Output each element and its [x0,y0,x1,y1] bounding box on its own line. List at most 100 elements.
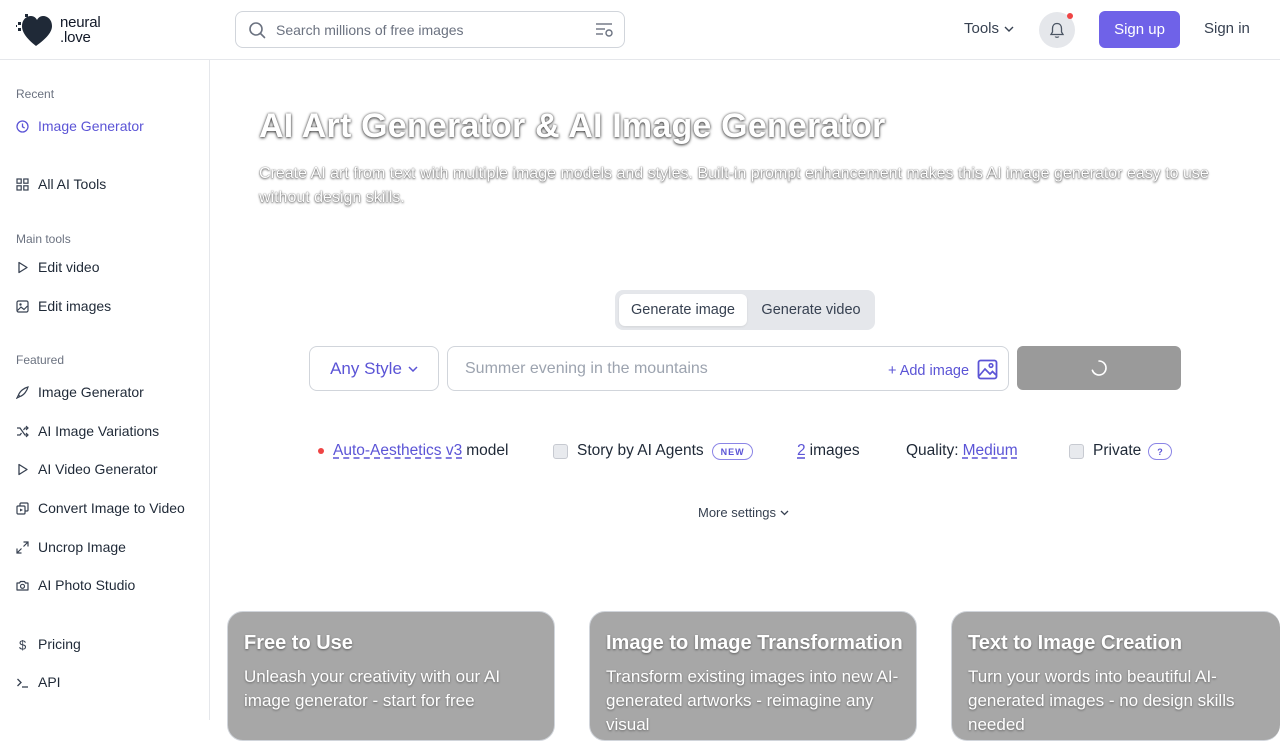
filter-settings-icon[interactable] [595,22,614,38]
private-label: Private [1093,442,1142,459]
prompt-input[interactable] [465,347,865,390]
image-icon [16,299,29,313]
image-count-option: 2 images [797,441,860,461]
sidebar-item-ai-image-variations[interactable]: AI Image Variations [16,423,159,439]
add-image-label: + Add image [888,362,970,379]
image-count-link[interactable]: 2 [797,442,806,460]
quality-label: Quality: [906,442,959,459]
story-option: Story by AI Agents NEW [553,441,753,461]
feature-card[interactable]: Text to Image Creation Turn your words i… [951,611,1280,741]
grid-icon [16,177,29,191]
image-upload-icon [977,359,998,380]
search-box[interactable] [235,11,625,48]
terminal-icon [17,678,28,688]
card-title: Text to Image Creation [968,632,1183,654]
notifications-button[interactable] [1039,12,1075,48]
sign-up-button[interactable]: Sign up [1099,11,1180,48]
chevron-down-icon [1004,26,1014,32]
expand-icon [16,540,29,554]
sidebar-item-pricing[interactable]: $ Pricing [16,636,81,652]
sidebar-item-label: Edit images [38,298,112,314]
sidebar-item-label: All AI Tools [38,176,107,192]
card-description: Transform existing images into new AI-ge… [606,667,899,734]
notification-dot [1067,13,1073,19]
dollar-icon: $ [19,638,27,651]
logo-text-line1: neural [60,14,101,31]
sidebar-item-label: Pricing [38,636,81,652]
sidebar: Recent Image Generator All AI Tools Main… [0,60,210,720]
section-heading-main-tools: Main tools [16,232,71,246]
story-checkbox[interactable] [553,443,568,459]
quality-link[interactable]: Medium [963,442,1018,460]
sidebar-item-ai-photo-studio[interactable]: AI Photo Studio [16,577,135,593]
prompt-box: + Add image [447,346,1009,391]
bell-icon [1049,22,1065,38]
sidebar-item-api[interactable]: API [16,674,61,690]
play-icon [18,261,28,273]
sidebar-item-label: API [38,674,61,690]
sidebar-item-image-generator[interactable]: Image Generator [16,384,144,400]
svg-text:$: $ [19,638,27,651]
shuffle-icon [17,425,29,437]
sidebar-item-label: Image Generator [38,384,144,400]
card-title: Free to Use [244,632,353,654]
tools-label: Tools [964,20,1000,37]
sidebar-item-label: AI Image Variations [38,423,160,439]
add-image-button[interactable]: + Add image [888,359,998,381]
private-help-badge[interactable]: ? [1148,442,1172,460]
sidebar-item-label: Convert Image to Video [38,500,185,516]
card-title: Image to Image Transformation [606,632,903,654]
more-settings-button[interactable]: More settings [698,505,789,520]
top-header: neural .love Tools Sign up Sign in [0,0,1280,60]
model-suffix: model [466,442,509,459]
section-heading-recent: Recent [16,87,55,101]
style-dropdown-label: Any Style [330,358,402,378]
sidebar-item-convert-image-to-video[interactable]: Convert Image to Video [16,500,185,516]
search-input[interactable] [276,12,586,47]
brush-icon [16,385,29,399]
chevron-down-icon [780,510,789,515]
sidebar-item-recent-image-generator[interactable]: Image Generator [16,118,144,134]
sidebar-item-all-ai-tools[interactable]: All AI Tools [16,176,106,192]
sign-in-link[interactable]: Sign in [1204,20,1250,37]
mode-toggle: Generate image Generate video [615,290,875,330]
logo-text-line2: .love [60,29,91,46]
heart-logo-icon [16,14,52,46]
logo[interactable]: neural .love [16,12,101,48]
sidebar-item-label: AI Photo Studio [38,577,136,593]
sidebar-item-label: Edit video [38,259,100,275]
image-to-video-icon [16,501,29,515]
sidebar-item-label: AI Video Generator [38,461,158,477]
sidebar-item-edit-images[interactable]: Edit images [16,298,111,314]
clock-icon [16,119,29,133]
search-icon [249,22,266,39]
feature-card[interactable]: Free to Use Unleash your creativity with… [227,611,555,741]
images-label: images [809,442,860,459]
more-settings-label: More settings [698,505,777,520]
style-dropdown[interactable]: Any Style [309,346,439,391]
tools-menu[interactable]: Tools [964,20,1014,37]
sidebar-item-edit-video[interactable]: Edit video [16,259,99,275]
tab-generate-image[interactable]: Generate image [619,294,747,326]
play-icon [18,463,28,475]
tab-generate-video[interactable]: Generate video [751,294,871,326]
chevron-down-icon [408,365,418,372]
private-option: Private ? [1069,441,1172,461]
page-subtitle: Create AI art from text with multiple im… [259,165,1209,206]
model-link[interactable]: Auto-Aesthetics v3 [333,442,462,460]
story-label: Story by AI Agents [577,442,704,459]
generate-button[interactable] [1017,346,1181,390]
model-option: Auto-Aesthetics v3 model [318,441,508,461]
private-checkbox[interactable] [1069,443,1084,459]
sidebar-item-ai-video-generator[interactable]: AI Video Generator [16,461,158,477]
sidebar-item-label: Uncrop Image [38,539,126,555]
card-description: Unleash your creativity with our AI imag… [244,667,501,710]
new-badge: NEW [711,442,753,460]
model-status-dot [318,448,324,454]
sidebar-item-label: Image Generator [38,118,144,134]
feature-card[interactable]: Image to Image Transformation Transform … [589,611,917,741]
card-description: Turn your words into beautiful AI-genera… [968,667,1235,734]
quality-option: Quality: Medium [906,441,1018,461]
section-heading-featured: Featured [16,353,65,367]
sidebar-item-uncrop-image[interactable]: Uncrop Image [16,539,126,555]
